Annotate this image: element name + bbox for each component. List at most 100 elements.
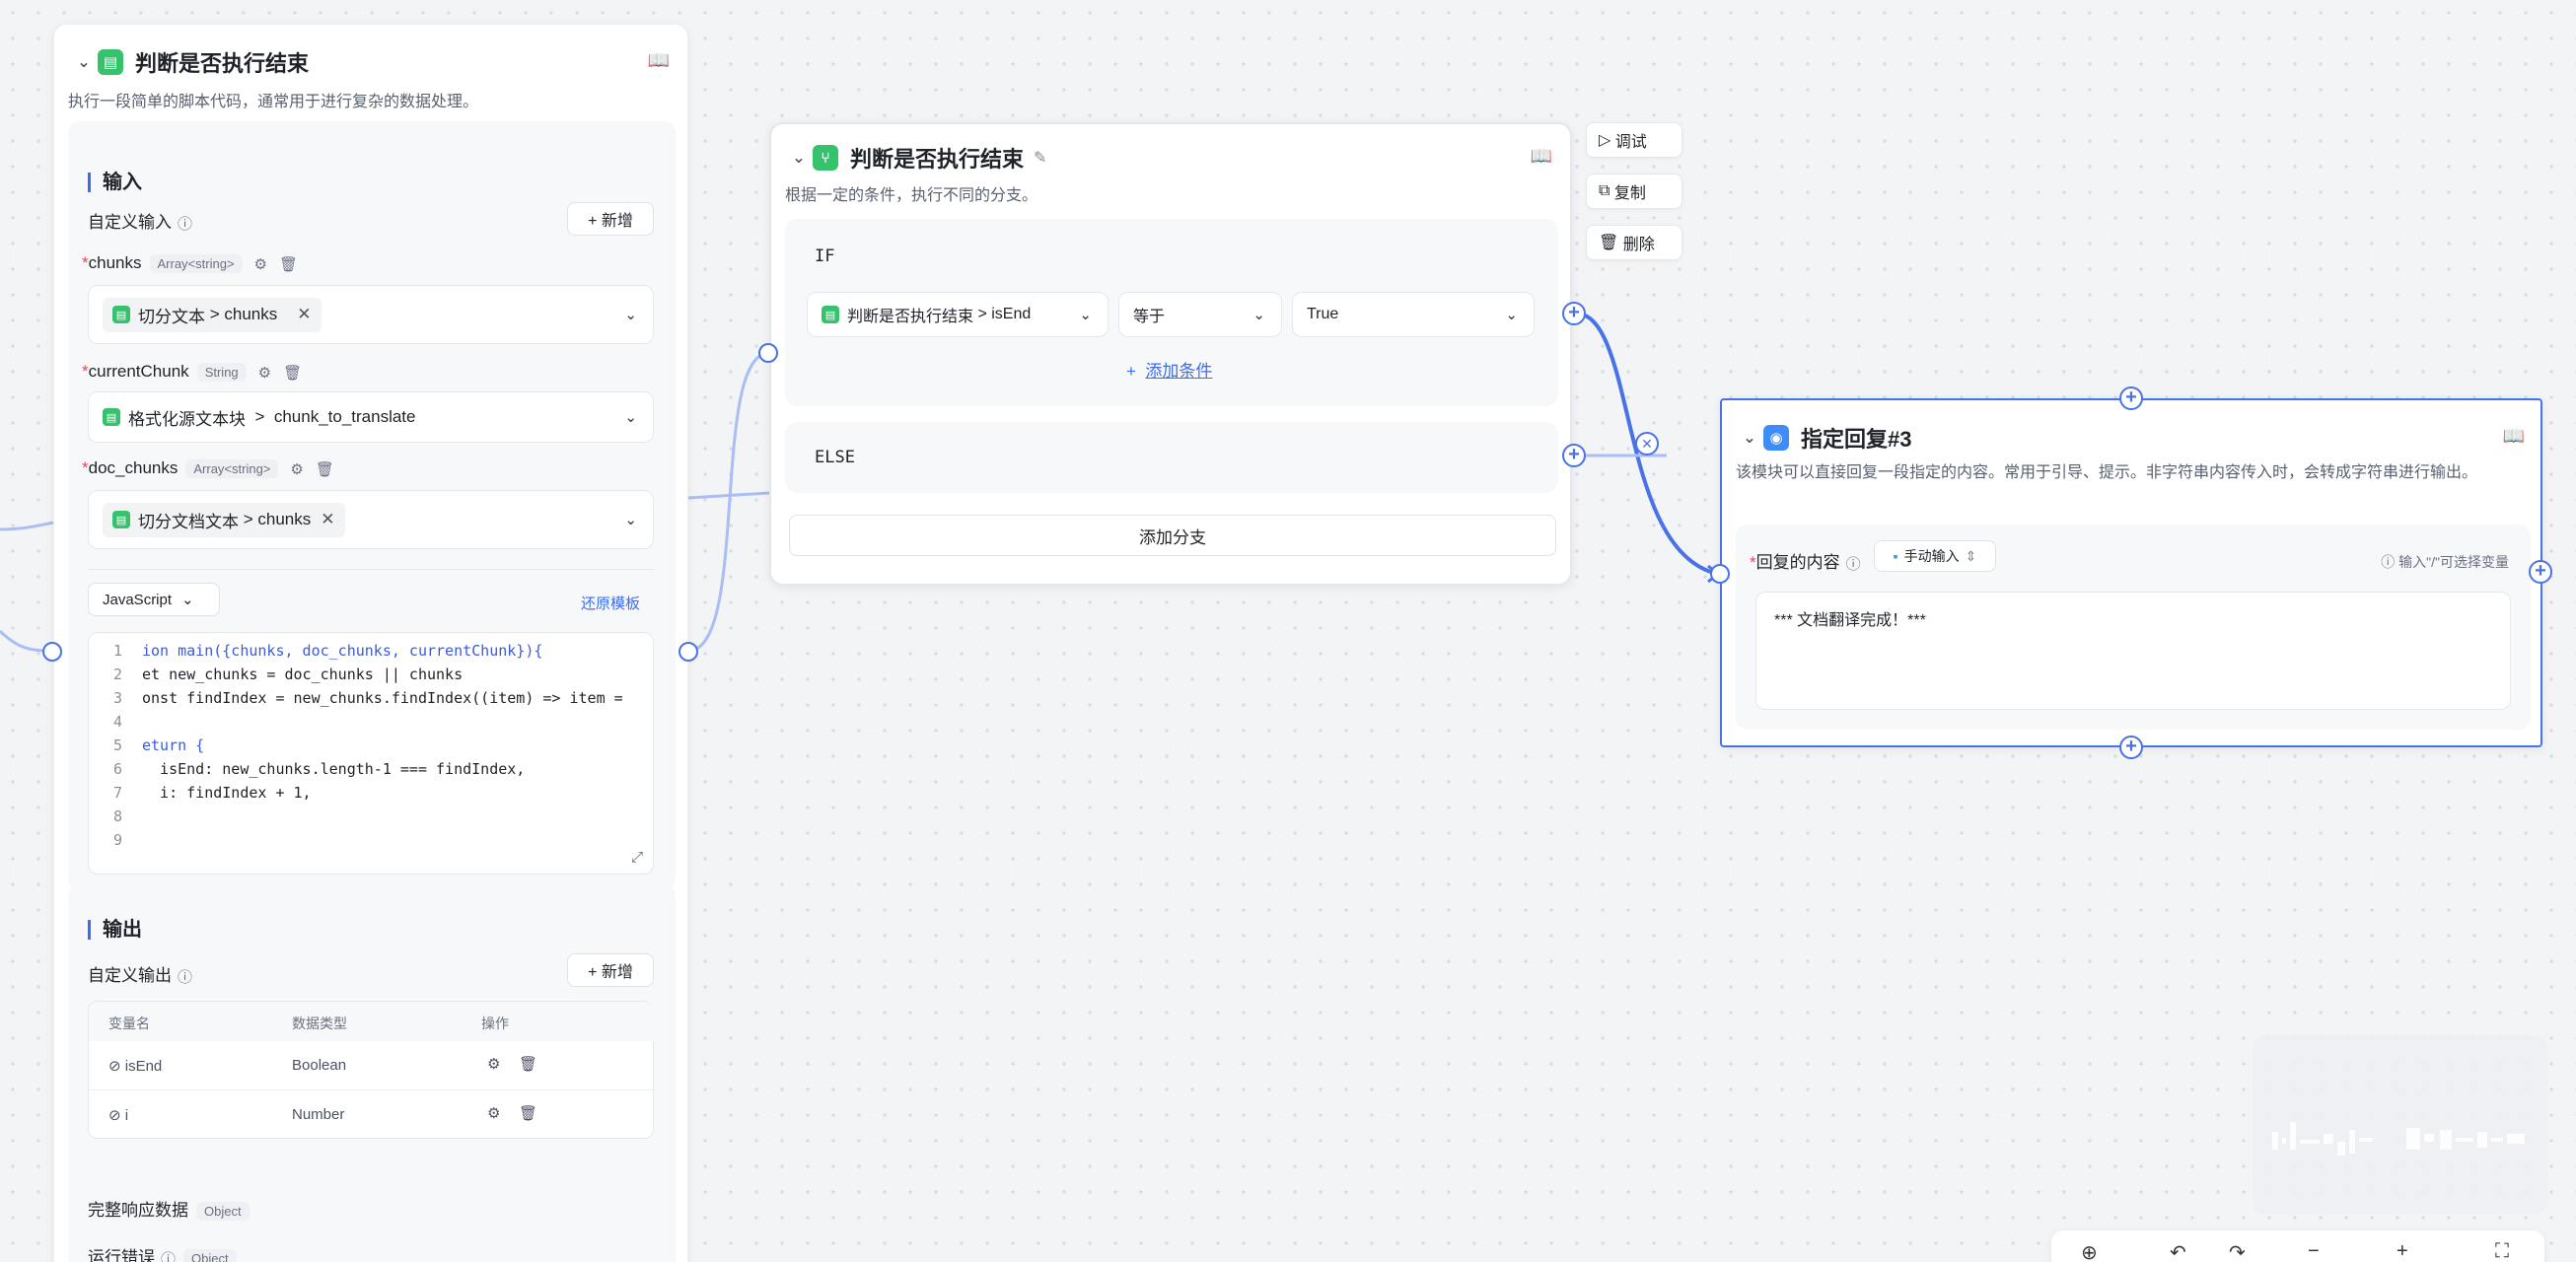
chevron-down-icon: ⌄ [1079,307,1092,323]
code-node-icon: ▤ [822,306,839,323]
reply-content-label: *回复的内容 ⓘ [1750,553,1861,574]
copy-button[interactable]: ⧉ 复制 [1586,174,1682,209]
run-error-label: 运行错误 ⓘ Object [88,1243,237,1262]
code-editor[interactable]: 1 ion main({chunks, doc_chunks, currentCh… [88,632,654,875]
zoom-out-icon[interactable]: − [2308,1240,2320,1262]
code-line: 9 [112,831,122,849]
if-branch-output-port[interactable]: + [1562,302,1586,325]
if-node-title: 判断是否执行结束 [850,147,1025,172]
help-icon: ⓘ [161,1251,177,1262]
if-label: IF [815,246,835,266]
settings-icon: ⚙ [290,460,304,478]
input-docchunks-label: *doc_chunks Array<string> ⚙ 🗑 [82,458,334,479]
language-select[interactable]: JavaScript ⌄ [88,583,220,616]
code-node-icon: ▤ [98,49,123,75]
zoom-in-icon[interactable]: + [2397,1240,2408,1262]
remove-connection-icon[interactable]: ✕ [1635,432,1659,456]
trash-icon: 🗑 [283,364,303,382]
debug-button[interactable]: ▷ 调试 [1586,122,1682,158]
settings-icon[interactable]: ⚙ [487,1104,500,1122]
input-docchunks-select[interactable]: ▤ 切分文档文本 > chunks ✕ ⌄ [88,490,654,549]
input-section: 输入 自定义输入 ⓘ + 新增 *chunks Array<string> ⚙ 🗑 ▤ 切… [68,121,676,890]
expand-icon[interactable]: ⤢ [631,848,643,866]
add-output-button[interactable]: + 新增 [567,953,654,987]
add-input-button[interactable]: + 新增 [567,202,654,236]
input-currentchunk-label: *currentChunk String ⚙ 🗑 [82,362,303,383]
output-section: 输出 自定义输出 ⓘ + 新增 变量名 数据类型 操作 ⊘ isEnd Boole… [68,884,676,1262]
reply-node[interactable]: ⌄ ◉ 指定回复#3 📖 该模块可以直接回复一段指定的内容。常用于引导、提示。非… [1720,398,2542,747]
trash-icon[interactable]: 🗑 [519,1104,537,1122]
delete-button[interactable]: 🗑 删除 [1586,225,1682,260]
help-icon: ⓘ [178,216,193,234]
code-node-icon: ▤ [112,306,130,323]
book-icon[interactable]: 📖 [2503,426,2525,447]
updown-icon: ⇕ [1965,547,1977,564]
zoom-icon[interactable]: ⊕ [2081,1240,2098,1262]
book-icon[interactable]: 📖 [1531,146,1552,167]
redo-icon[interactable]: ↷ [2229,1240,2246,1262]
condition-variable-select[interactable]: ▤ 判断是否执行结束 > isEnd ⌄ [807,292,1109,337]
settings-icon[interactable]: ⚙ [487,1055,500,1073]
else-branch: ELSE [785,422,1558,493]
trash-icon[interactable]: 🗑 [519,1055,537,1073]
input-mode-select[interactable]: ▪ 手动输入 ⇕ [1874,540,1996,572]
chevron-down-icon: ⌄ [624,307,637,323]
edit-icon[interactable]: ✎ [1034,148,1046,168]
code-line: 6 isEnd: new_chunks.length-1 === findInd… [112,760,526,778]
condition-operator-select[interactable]: 等于 ⌄ [1118,292,1282,337]
code-line: 2 et new_chunks = doc_chunks || chunks [112,666,464,683]
input-port[interactable] [42,642,62,662]
code-line: 1 ion main({chunks, doc_chunks, currentCh… [112,642,543,660]
input-chunks-label: *chunks Array<string> ⚙ 🗑 [82,253,299,274]
info-icon: ⓘ [2381,554,2396,570]
if-node[interactable]: ⌄ ⑂ 判断是否执行结束 ✎ 📖 根据一定的条件，执行不同的分支。 IF ▤ 判断… [769,122,1572,586]
chip-close-icon[interactable]: ✕ [297,305,311,324]
restore-template-link[interactable]: 还原模板 [581,593,640,613]
fit-view-icon[interactable]: ⛶ [2495,1240,2509,1262]
code-node[interactable]: ⌄ ▤ 判断是否执行结束 📖 执行一段简单的脚本代码，通常用于进行复杂的数据处理… [53,24,688,1262]
reply-bottom-port[interactable]: + [2119,736,2143,759]
code-node-desc: 执行一段简单的脚本代码，通常用于进行复杂的数据处理。 [68,94,479,110]
help-icon: ⓘ [1845,556,1861,574]
if-branch: IF ▤ 判断是否执行结束 > isEnd ⌄ 等于 ⌄ True ⌄ + 添加条… [785,219,1558,406]
reply-input-port[interactable] [1710,564,1730,584]
book-icon[interactable]: 📖 [648,50,670,71]
trash-icon: 🗑 [315,460,334,478]
column-header: 操作 [481,1016,509,1031]
reply-top-port[interactable]: + [2119,386,2143,410]
table-row: ⊘ isEnd Boolean ⚙ 🗑 [89,1041,655,1090]
input-chunks-select[interactable]: ▤ 切分文本 > chunks ✕ ⌄ [88,285,654,344]
code-line: 5 eturn { [112,736,205,754]
input-currentchunk-select[interactable]: ▤ 格式化源文本块 > chunk_to_translate ⌄ [88,391,654,443]
condition-value-select[interactable]: True ⌄ [1292,292,1535,337]
divider [88,569,654,570]
collapse-chevron-icon[interactable]: ⌄ [1736,428,1763,448]
if-input-port[interactable] [758,343,778,363]
mode-icon: ▪ [1893,548,1898,564]
code-node-icon: ▤ [103,408,120,426]
variable-hint: ⓘ 输入"/"可选择变量 [2381,554,2509,570]
add-branch-button[interactable]: 添加分支 [789,515,1556,556]
undo-icon[interactable]: ↶ [2170,1240,2186,1262]
branch-icon: ⑂ [813,145,838,171]
help-icon: ⓘ [178,969,193,987]
settings-icon: ⚙ [253,255,267,273]
add-condition-link[interactable]: + 添加条件 [1126,357,1212,382]
reply-icon: ◉ [1763,425,1789,451]
check-icon: ⊘ [108,1107,121,1124]
trash-icon: 🗑 [279,255,299,273]
else-branch-output-port[interactable]: + [1562,444,1586,467]
chip-close-icon[interactable]: ✕ [321,510,334,529]
code-node-title: 判断是否执行结束 [135,51,310,76]
collapse-chevron-icon[interactable]: ⌄ [70,52,98,72]
collapse-chevron-icon[interactable]: ⌄ [785,148,813,168]
copy-icon: ⧉ [1599,182,1610,199]
reply-content-textarea[interactable]: *** 文档翻译完成！*** [1755,592,2511,710]
code-line: 3 onst findIndex = new_chunks.findIndex((… [112,689,623,707]
output-port[interactable] [679,642,698,662]
code-line: 7 i: findIndex + 1, [112,784,312,802]
output-table: 变量名 数据类型 操作 ⊘ isEnd Boolean ⚙ 🗑 ⊘ i Numb… [88,1001,655,1139]
reply-output-port[interactable]: + [2529,560,2552,584]
code-line: 8 [112,807,122,825]
minimap[interactable] [2253,1035,2548,1215]
